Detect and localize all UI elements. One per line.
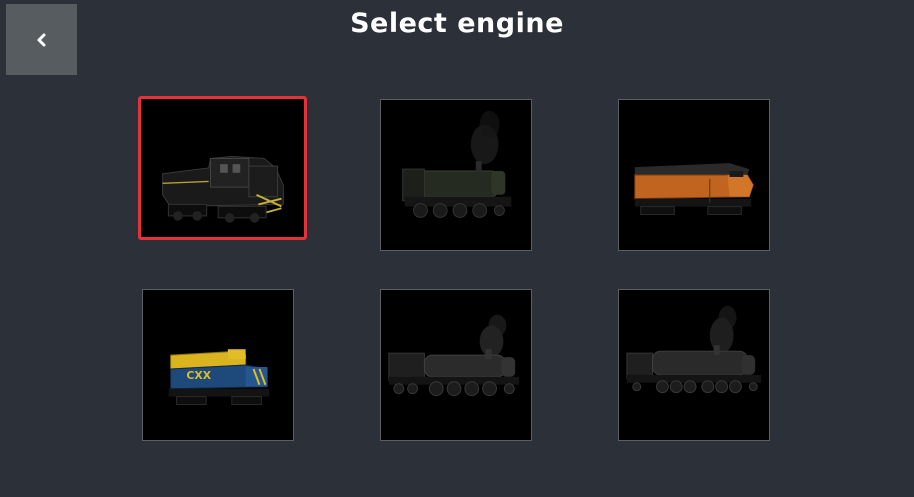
csx-diesel-locomotive-icon: CXX	[143, 290, 293, 440]
engine-tile-3[interactable]	[618, 99, 770, 251]
svg-text:CXX: CXX	[186, 369, 211, 382]
orange-diesel-cab-locomotive-icon	[619, 100, 769, 250]
engine-select-screen: Select engine CXX	[0, 0, 914, 497]
engine-tile-2[interactable]	[380, 99, 532, 251]
engine-tile-4[interactable]: CXX	[142, 289, 294, 441]
articulated-steam-locomotive-icon	[619, 290, 769, 440]
engine-tile-1[interactable]	[138, 96, 307, 240]
diesel-switcher-locomotive-icon	[141, 99, 304, 237]
engine-tile-6[interactable]	[618, 289, 770, 441]
page-title: Select engine	[350, 8, 564, 39]
steam-tank-locomotive-icon	[381, 100, 531, 250]
large-steam-locomotive-icon	[381, 290, 531, 440]
engine-tile-5[interactable]	[380, 289, 532, 441]
